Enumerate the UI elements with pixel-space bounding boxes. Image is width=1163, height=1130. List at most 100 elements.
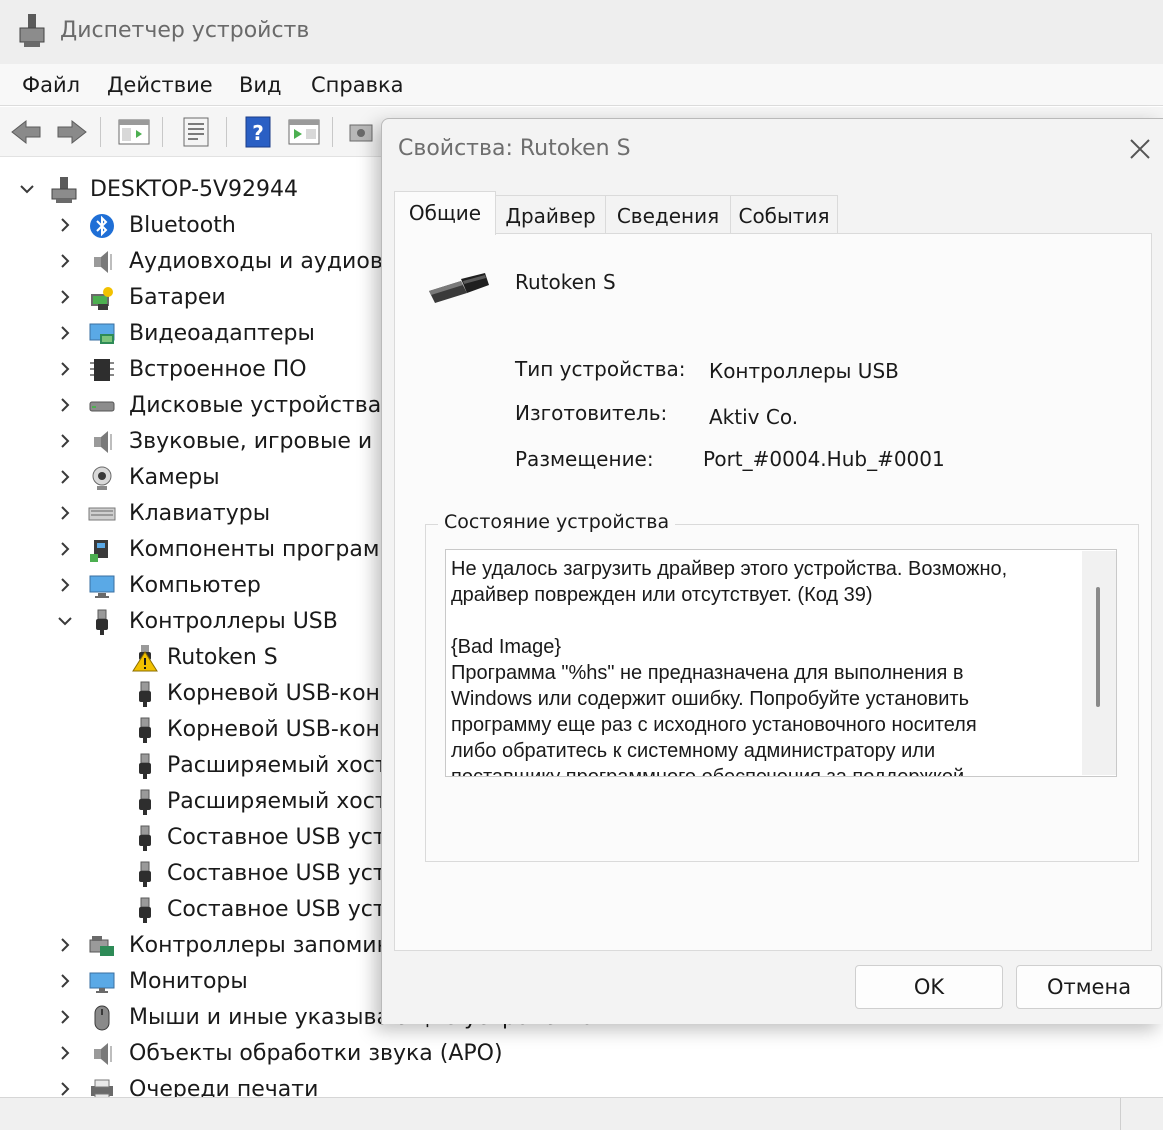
tree-item-label: Клавиатуры (129, 501, 271, 526)
tree-item-label: Контроллеры запомина (129, 933, 405, 958)
device-status-textbox[interactable]: Не удалось загрузить драйвер этого устро… (445, 549, 1117, 777)
speaker-icon (94, 251, 112, 273)
chevron-right-icon[interactable] (54, 250, 76, 272)
chevron-right-icon[interactable] (54, 1078, 76, 1098)
toolbar-separator (100, 117, 101, 147)
show-hide-console-tree-icon[interactable] (116, 115, 152, 149)
chevron-right-icon[interactable] (54, 574, 76, 596)
properties-icon[interactable] (178, 115, 214, 149)
manufacturer-value: Aktiv Co. (709, 405, 799, 429)
usb-plug-icon (96, 609, 108, 635)
tab-general[interactable]: Общие (394, 191, 496, 235)
usb-plug-icon (139, 753, 151, 779)
device-status-label: Состояние устройства (438, 511, 676, 533)
scan-hardware-icon[interactable] (346, 115, 382, 149)
device-name: Rutoken S (515, 270, 616, 294)
tree-item-label: Батареи (129, 285, 226, 310)
close-icon[interactable] (1124, 133, 1156, 165)
scrollbar-thumb[interactable] (1096, 587, 1100, 707)
menu-action[interactable]: Действие (107, 73, 213, 97)
tree-item-label: Составное USB устр (167, 897, 400, 922)
ok-button[interactable]: OK (855, 965, 1003, 1009)
chevron-right-icon[interactable] (54, 466, 76, 488)
status-bar-divider (1120, 1098, 1121, 1130)
toolbar-separator (226, 117, 227, 147)
device-manager-icon (19, 14, 45, 47)
speaker-icon (94, 431, 112, 453)
chevron-right-icon[interactable] (54, 322, 76, 344)
tree-item-label: Корневой USB-конц (167, 681, 395, 706)
tree-item-label: Составное USB устр (167, 861, 400, 886)
menu-file[interactable]: Файл (22, 73, 80, 97)
tree-item-label: Видеоадаптеры (129, 321, 315, 346)
menu-bar: Файл Действие Вид Справка (0, 64, 1163, 106)
chevron-right-icon[interactable] (54, 502, 76, 524)
tree-category[interactable]: Очереди печати (0, 1072, 700, 1098)
tab-driver[interactable]: Драйвер (495, 195, 606, 233)
chevron-right-icon[interactable] (54, 934, 76, 956)
computer-root-icon (51, 177, 77, 203)
dialog-title: Свойства: Rutoken S (398, 136, 631, 161)
back-arrow-icon[interactable] (8, 115, 44, 149)
tree-item-label: Камеры (129, 465, 220, 490)
display-adapter-icon (89, 323, 115, 344)
tab-events[interactable]: События (730, 195, 838, 233)
chevron-right-icon[interactable] (54, 430, 76, 452)
chevron-right-icon[interactable] (54, 1042, 76, 1064)
chevron-right-icon[interactable] (54, 286, 76, 308)
usb-plug-icon (139, 681, 151, 707)
chip-icon (90, 359, 114, 381)
usb-plug-icon (139, 861, 151, 887)
tree-item-label: Корневой USB-конц (167, 717, 395, 742)
chevron-right-icon[interactable] (54, 394, 76, 416)
chevron-right-icon[interactable] (54, 1006, 76, 1028)
usb-plug-icon (429, 273, 489, 303)
warning-icon (132, 645, 158, 672)
software-component-icon (90, 540, 108, 562)
device-type-value: Контроллеры USB (709, 359, 899, 383)
chevron-right-icon[interactable] (54, 538, 76, 560)
tree-item-label: Мониторы (129, 969, 248, 994)
tree-item-label: Rutoken S (167, 645, 278, 670)
tree-item-label: DESKTOP-5V92944 (90, 177, 299, 202)
tree-item-label: Контроллеры USB (129, 609, 338, 634)
svg-text:?: ? (252, 121, 264, 145)
toolbar-separator (332, 117, 333, 147)
forward-arrow-icon[interactable] (54, 115, 90, 149)
device-status-text: Не удалось загрузить драйвер этого устро… (451, 558, 1008, 777)
tab-details[interactable]: Сведения (605, 195, 731, 233)
bluetooth-icon (90, 214, 114, 238)
status-scrollbar[interactable] (1082, 551, 1116, 775)
title-bar[interactable]: Диспетчер устройств (0, 0, 1163, 64)
tree-item-label: Аудиовходы и аудиовых (129, 249, 414, 274)
tree-item-label: Дисковые устройства (129, 393, 382, 418)
help-icon[interactable]: ? (240, 115, 276, 149)
status-bar (0, 1097, 1163, 1130)
run-icon[interactable] (286, 115, 322, 149)
tree-item-label: Bluetooth (129, 213, 236, 238)
usb-plug-icon (139, 789, 151, 815)
chevron-right-icon[interactable] (54, 214, 76, 236)
menu-view[interactable]: Вид (239, 73, 282, 97)
chevron-right-icon[interactable] (54, 970, 76, 992)
chevron-down-icon[interactable] (54, 610, 76, 632)
storage-controller-icon (89, 936, 114, 956)
device-type-label: Тип устройства: (515, 357, 686, 381)
tree-item-label: Составное USB устр (167, 825, 400, 850)
chevron-right-icon[interactable] (54, 358, 76, 380)
tree-item-label: Звуковые, игровые и ви (129, 429, 407, 454)
battery-icon (91, 287, 113, 310)
chevron-down-icon[interactable] (16, 178, 38, 200)
general-tab-panel: Rutoken S Тип устройства: Контроллеры US… (394, 233, 1152, 951)
tree-category[interactable]: Объекты обработки звука (APO) (0, 1036, 700, 1072)
tree-item-label: Встроенное ПО (129, 357, 307, 382)
location-label: Размещение: (515, 447, 654, 471)
tree-item-label: Компоненты программ (129, 537, 397, 562)
properties-dialog: Свойства: Rutoken S Общие Драйвер Сведен… (381, 118, 1163, 1024)
tree-item-label: Компьютер (129, 573, 261, 598)
menu-help[interactable]: Справка (311, 73, 404, 97)
cancel-button[interactable]: Отмена (1016, 965, 1162, 1009)
mouse-icon (94, 1005, 110, 1031)
manufacturer-label: Изготовитель: (515, 401, 668, 425)
tree-item-label: Расширяемый хост- (167, 753, 396, 778)
